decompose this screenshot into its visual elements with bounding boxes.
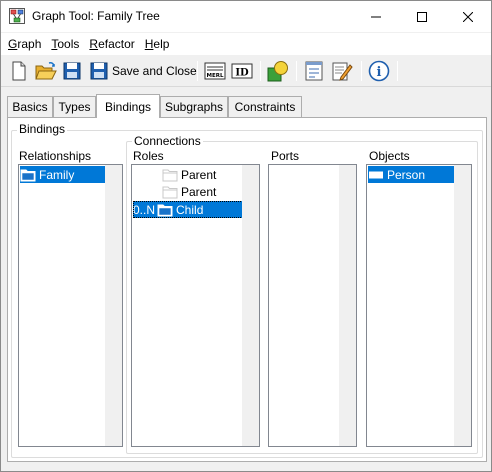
folder-icon	[20, 169, 36, 181]
roles-label: Roles	[133, 149, 164, 163]
list-item-person[interactable]: Person	[368, 166, 455, 183]
tab-basics[interactable]: Basics	[7, 96, 53, 117]
edit-pencil-icon	[332, 62, 353, 81]
connections-group-label: Connections	[132, 134, 203, 148]
menu-help[interactable]: Help	[140, 34, 175, 54]
menu-help-label: elp	[153, 37, 170, 51]
tab-types[interactable]: Types	[53, 96, 96, 117]
objects-scrollbar[interactable]	[454, 165, 471, 446]
toolbar-separator	[296, 61, 297, 81]
open-folder-icon	[35, 62, 57, 80]
merl-button[interactable]: MERL	[204, 60, 226, 82]
save-disk-icon	[63, 62, 81, 80]
menu-refactor-label: efactor	[98, 37, 135, 51]
id-button[interactable]: ID	[231, 60, 253, 82]
folder-icon	[157, 204, 173, 216]
list-item-family[interactable]: Family	[20, 166, 106, 183]
id-icon-text: ID	[235, 68, 249, 79]
toolbar-separator	[397, 61, 398, 81]
toolbar-separator	[361, 61, 362, 81]
relationships-scrollbar[interactable]	[105, 165, 122, 446]
edit-notes-button[interactable]	[331, 60, 353, 82]
tab-constraints[interactable]: Constraints	[228, 96, 302, 117]
close-icon	[463, 11, 473, 22]
list-item-role-parent-2[interactable]: Parent	[133, 183, 243, 200]
minimize-icon	[371, 16, 381, 17]
info-icon-glyph: i	[377, 65, 382, 80]
objects-list[interactable]: Person	[366, 164, 472, 447]
relationship-label: Family	[39, 167, 75, 182]
object-label: Person	[387, 167, 426, 182]
role-label: Parent	[181, 167, 217, 182]
open-button[interactable]	[35, 60, 57, 82]
maximize-button[interactable]	[399, 1, 445, 32]
list-item-role-parent-1[interactable]: Parent	[133, 166, 243, 183]
dialog-editor-button[interactable]	[304, 60, 324, 82]
list-item-role-child[interactable]: 0..N Child	[133, 201, 243, 218]
role-label: Child	[176, 202, 204, 217]
role-multiplicity: 0..N	[133, 202, 156, 217]
roles-scrollbar[interactable]	[242, 165, 259, 446]
new-button[interactable]	[9, 60, 29, 82]
toolbar-separator	[260, 61, 261, 81]
maximize-icon	[417, 11, 427, 22]
menu-tools-label: ools	[57, 37, 80, 51]
menu-graph-mnemonic: G	[8, 37, 18, 51]
ports-list[interactable]	[268, 164, 357, 447]
close-button[interactable]	[445, 1, 491, 32]
relationships-label: Relationships	[19, 149, 92, 163]
roles-list[interactable]: Parent Parent 0..N Child	[131, 164, 260, 447]
menu-graph[interactable]: Graph	[3, 34, 46, 54]
bindings-tab-panel: Bindings Relationships Family Connection…	[7, 117, 487, 462]
save-and-close-button[interactable]: Save and Close	[90, 60, 197, 82]
save-button[interactable]	[63, 60, 81, 82]
minimize-button[interactable]	[353, 1, 399, 32]
info-button[interactable]: i	[368, 60, 390, 82]
merl-icon: MERL	[204, 62, 226, 80]
merl-icon-text: MERL	[207, 73, 224, 79]
id-icon: ID	[231, 63, 253, 79]
form-dialog-icon	[305, 61, 323, 81]
info-icon: i	[368, 60, 390, 82]
folder-outline-icon	[162, 169, 178, 181]
save-and-close-label: Save and Close	[112, 64, 197, 78]
shapes-icon	[267, 61, 288, 82]
app-window: Graph Tool: Family Tree Graph Tools Refa…	[0, 0, 492, 472]
toolbar-separator	[197, 61, 198, 81]
relationships-list[interactable]: Family	[18, 164, 123, 447]
graph-tool-app-icon	[9, 8, 25, 24]
toolbar: Save and Close MERL ID i	[1, 55, 491, 87]
window-title: Graph Tool: Family Tree	[32, 9, 160, 23]
objects-label: Objects	[369, 149, 410, 163]
ports-scrollbar[interactable]	[339, 165, 356, 446]
menu-graph-label: raph	[17, 37, 42, 51]
object-rect-icon	[369, 171, 383, 178]
tab-subgraphs[interactable]: Subgraphs	[160, 96, 228, 117]
tab-bindings[interactable]: Bindings	[96, 94, 160, 118]
bindings-group-label: Bindings	[17, 122, 68, 136]
menu-bar: Graph Tools Refactor Help	[1, 33, 491, 55]
folder-outline-icon	[162, 186, 178, 198]
ports-label: Ports	[271, 149, 300, 163]
role-label: Parent	[181, 184, 217, 199]
symbol-editor-button[interactable]	[267, 60, 289, 82]
title-bar[interactable]: Graph Tool: Family Tree	[1, 1, 491, 32]
menu-refactor-mnemonic: R	[89, 37, 99, 51]
menu-tools[interactable]: Tools	[46, 34, 84, 54]
menu-refactor[interactable]: Refactor	[84, 34, 139, 54]
new-document-icon	[12, 61, 26, 81]
save-close-disk-icon	[90, 62, 108, 80]
